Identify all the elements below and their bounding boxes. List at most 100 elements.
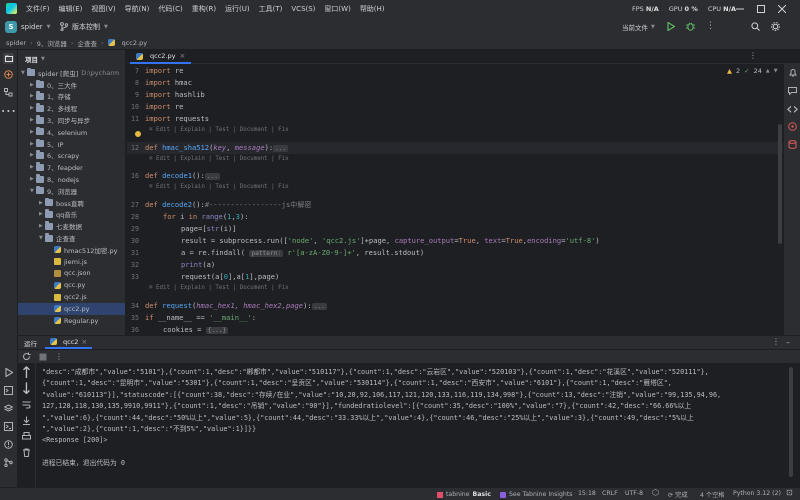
terminal-icon[interactable]: [3, 421, 14, 432]
trash-icon[interactable]: [21, 447, 32, 458]
indent-setting[interactable]: 4 个空格: [700, 490, 724, 499]
file-encoding[interactable]: UTF-8: [625, 490, 643, 497]
console-scrollbar[interactable]: [789, 367, 793, 477]
breadcrumb-file[interactable]: qcc2.py: [122, 39, 147, 47]
menu-help[interactable]: 帮助(H): [360, 4, 385, 14]
tree-item[interactable]: ▼ 企查查: [18, 232, 125, 244]
tabnine-hub-icon[interactable]: ⬡: [652, 488, 659, 497]
cursor-position[interactable]: 15:18: [578, 490, 596, 497]
database-icon[interactable]: [787, 139, 798, 150]
stop-icon[interactable]: [39, 353, 47, 361]
menu-code[interactable]: 代码(C): [158, 4, 182, 14]
maximize-icon[interactable]: [757, 4, 765, 13]
tree-item[interactable]: ▶ 1、存储: [18, 91, 125, 103]
python-interpreter[interactable]: Python 3.12 (2): [733, 490, 781, 497]
ide-status[interactable]: ⟳ 完成: [668, 490, 688, 499]
run-config-select[interactable]: 当前文件 ▼: [622, 20, 655, 33]
chevron-down-icon[interactable]: ▼: [774, 68, 778, 74]
tree-item[interactable]: ▶ 4、selenium: [18, 126, 125, 138]
more-actions-icon[interactable]: ⋮: [706, 22, 715, 31]
tabnine-status[interactable]: tabnine Basic: [437, 489, 491, 500]
chevron-up-icon[interactable]: ▲: [766, 68, 770, 74]
project-switcher[interactable]: S spider ▼: [5, 20, 51, 33]
tree-item[interactable]: ▶ 2、多线程: [18, 102, 125, 114]
tabnine-chat-icon[interactable]: [787, 85, 798, 96]
soft-wrap-icon[interactable]: [21, 399, 32, 410]
tree-item[interactable]: ▶ 3、同步与异步: [18, 114, 125, 126]
vcs-widget[interactable]: 版本控制 ▼: [60, 20, 108, 33]
print-icon[interactable]: [21, 431, 32, 442]
chevron-down-icon[interactable]: ▼: [41, 56, 45, 62]
menu-view[interactable]: 视图(V): [91, 4, 115, 14]
debug-icon[interactable]: [686, 22, 695, 31]
code-with-me-icon[interactable]: ‹›: [786, 99, 799, 118]
tree-item[interactable]: ▼ spider [爬虫] D:\pycharm: [18, 67, 125, 79]
notifications-bell-icon[interactable]: [787, 67, 798, 78]
python-console-icon[interactable]: [3, 385, 14, 396]
tabnine-insights[interactable]: See Tabnine Insights: [500, 489, 573, 500]
tree-item[interactable]: Regular.py: [18, 315, 125, 327]
more-options-icon[interactable]: ⋮: [55, 352, 63, 361]
menu-refactor[interactable]: 重构(R): [192, 4, 216, 14]
tree-item[interactable]: ▶ 8、nodejs: [18, 173, 125, 185]
intention-bulb-icon[interactable]: [135, 131, 141, 137]
codelens-actions[interactable]: ⌘ Edit | Explain | Test | Document | Fix: [149, 125, 289, 135]
close-tab-icon[interactable]: ×: [81, 338, 87, 346]
rerun-icon[interactable]: [22, 352, 31, 361]
tree-item[interactable]: ▼ 9、浏览器: [18, 185, 125, 197]
tab-run-qcc2[interactable]: qcc2 ×: [45, 336, 93, 349]
folded-region[interactable]: ...: [204, 173, 220, 180]
ai-assistant-icon[interactable]: [787, 121, 798, 132]
arrow-down-icon[interactable]: ↓: [20, 379, 33, 398]
editor-scrollbar[interactable]: [778, 124, 782, 244]
more-tabs-icon[interactable]: ⋮: [749, 52, 757, 60]
settings-gear-icon[interactable]: [771, 22, 780, 31]
tree-item[interactable]: ▶ 0、三大件: [18, 79, 125, 91]
tree-item[interactable]: ▶ 7、feapder: [18, 161, 125, 173]
menu-edit[interactable]: 编辑(E): [59, 4, 83, 14]
folded-region[interactable]: ...: [273, 145, 289, 152]
line-separator[interactable]: CRLF: [602, 490, 618, 497]
more-tools-icon[interactable]: ⋯: [1, 101, 17, 120]
tab-qcc2-py[interactable]: qcc2.py ×: [130, 50, 192, 64]
scroll-to-end-icon[interactable]: [21, 415, 32, 426]
arrow-up-icon[interactable]: ↑: [20, 363, 33, 382]
codelens-actions[interactable]: ⌘ Edit | Explain | Test | Document | Fix: [149, 154, 289, 164]
tree-item[interactable]: qcc.py: [18, 279, 125, 291]
git-icon[interactable]: [3, 457, 14, 468]
menu-tools[interactable]: 工具(T): [259, 4, 283, 14]
hide-panel-icon[interactable]: –: [786, 338, 790, 347]
tree-item[interactable]: qcc.json: [18, 268, 125, 280]
tree-item[interactable]: ▶ 5、IP: [18, 138, 125, 150]
menu-window[interactable]: 窗口(W): [324, 4, 350, 14]
inspection-widget[interactable]: ▲ 2 ✓ 24 ▲ ▼: [727, 67, 778, 75]
codelens-actions[interactable]: ⌘ Edit | Explain | Test | Document | Fix: [149, 283, 289, 293]
breadcrumb-folder-qcc[interactable]: 企查查: [77, 38, 97, 48]
tree-item[interactable]: ▶ qq音乐: [18, 209, 125, 221]
code-editor[interactable]: ▲ 2 ✓ 24 ▲ ▼ 7 8 9 10 11 12 16 27 28 29 …: [127, 64, 783, 335]
breadcrumb-project[interactable]: spider: [6, 39, 26, 47]
tree-item[interactable]: ▶ 七麦数据: [18, 220, 125, 232]
minimize-icon[interactable]: [736, 5, 744, 13]
tree-item[interactable]: qcc2.py: [18, 303, 125, 315]
menu-run[interactable]: 运行(U): [225, 4, 250, 14]
run-console-output[interactable]: "desc":"成都市","value":"5101"},{"count":1,…: [36, 363, 783, 487]
menu-file[interactable]: 文件(F): [26, 4, 50, 14]
more-options-icon[interactable]: ⋮: [772, 337, 780, 346]
problems-icon[interactable]: [3, 439, 14, 450]
codelens-actions[interactable]: ⌘ Edit | Explain | Test | Document | Fix: [149, 182, 289, 192]
tree-item[interactable]: jiemi.js: [18, 256, 125, 268]
python-packages-icon[interactable]: [3, 69, 14, 80]
breadcrumb-folder-browser[interactable]: 9、浏览器: [37, 38, 67, 48]
folded-region[interactable]: ...: [311, 303, 327, 310]
structure-tool-icon[interactable]: [3, 87, 14, 98]
close-tab-icon[interactable]: ×: [179, 52, 185, 60]
run-icon[interactable]: [667, 22, 675, 31]
tree-item[interactable]: qcc2.js: [18, 291, 125, 303]
menu-vcs[interactable]: VCS(S): [291, 5, 315, 13]
project-tool-icon[interactable]: [3, 53, 14, 64]
tree-item[interactable]: ▶ boss直聘: [18, 197, 125, 209]
tree-item[interactable]: ▶ 6、scrapy: [18, 150, 125, 162]
menu-navigate[interactable]: 导航(N): [125, 4, 150, 14]
search-icon[interactable]: [751, 22, 760, 31]
